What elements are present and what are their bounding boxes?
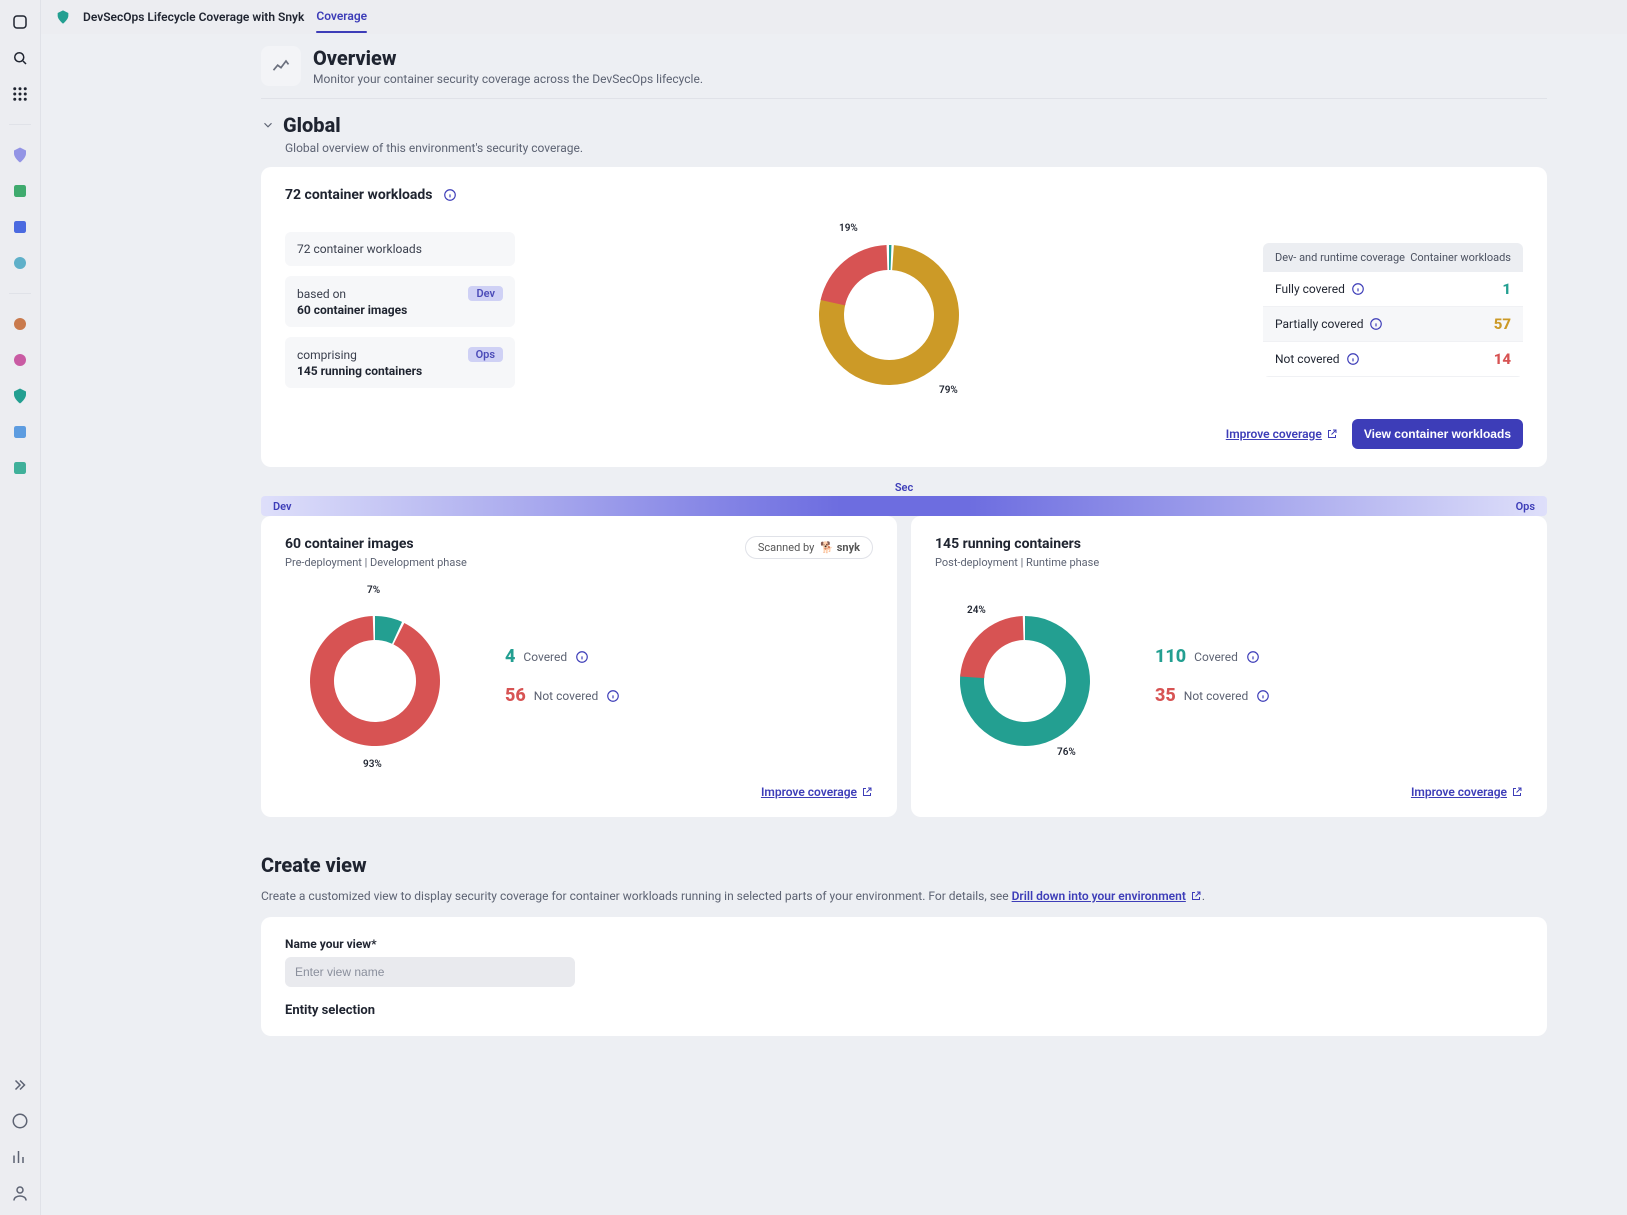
coverage-table: Dev- and runtime coverageContainer workl… — [1263, 243, 1523, 377]
view-workloads-button[interactable]: View container workloads — [1352, 419, 1523, 449]
tab-coverage[interactable]: Coverage — [316, 9, 367, 25]
create-view-card: Name your view* Entity selection — [261, 917, 1547, 1036]
info-icon[interactable] — [606, 689, 620, 703]
nav-home-icon[interactable] — [10, 12, 30, 32]
global-section-header[interactable]: Global — [261, 113, 1547, 137]
view-name-input[interactable] — [285, 957, 575, 987]
nav-item-3[interactable] — [10, 217, 30, 237]
dev-card-title: 60 container images — [285, 536, 467, 552]
global-workloads-card: 72 container workloads 72 container work… — [261, 167, 1547, 467]
snyk-badge: Scanned by🐕 snyk — [745, 536, 873, 559]
expand-icon[interactable] — [10, 1075, 30, 1095]
info-icon[interactable] — [1351, 282, 1365, 296]
ops-card-title: 145 running containers — [935, 536, 1523, 552]
dev-pill: Dev — [468, 286, 503, 301]
improve-coverage-link[interactable]: Improve coverage — [761, 785, 873, 799]
apps-icon[interactable] — [10, 84, 30, 104]
create-view-subtitle: Create a customized view to display secu… — [261, 889, 1547, 903]
svg-text:76%: 76% — [1057, 747, 1076, 758]
svg-text:7%: 7% — [367, 585, 380, 596]
overview-header: Overview Monitor your container security… — [261, 46, 1547, 99]
nav-item-5[interactable] — [10, 314, 30, 334]
external-icon — [1326, 428, 1338, 440]
overview-icon — [261, 46, 301, 86]
global-title: Global — [283, 113, 341, 137]
nav-item-8[interactable] — [10, 458, 30, 478]
improve-coverage-link[interactable]: Improve coverage — [1226, 427, 1338, 441]
devsecops-bar: Sec DevOps — [261, 481, 1547, 516]
ops-pill: Ops — [468, 347, 503, 362]
page-subtitle: Monitor your container security coverage… — [313, 72, 703, 86]
reports-icon[interactable] — [10, 1147, 30, 1167]
search-icon[interactable] — [10, 48, 30, 68]
info-icon[interactable] — [1256, 689, 1270, 703]
external-icon — [861, 786, 873, 798]
ops-containers-card: 145 running containers Post-deployment |… — [911, 516, 1547, 817]
nav-item-7[interactable] — [10, 422, 30, 442]
drill-down-link[interactable]: Drill down into your environment — [1012, 889, 1202, 903]
page-title: Overview — [313, 46, 703, 70]
global-subtitle: Global overview of this environment's se… — [285, 141, 1547, 155]
view-name-label: Name your view* — [285, 937, 1523, 951]
nav-item-6[interactable] — [10, 350, 30, 370]
info-icon[interactable] — [1346, 352, 1360, 366]
nav-item-2[interactable] — [10, 181, 30, 201]
svg-text:79%: 79% — [939, 385, 958, 396]
table-row-fully[interactable]: Fully covered1 — [1263, 272, 1523, 307]
info-icon[interactable] — [575, 650, 589, 664]
user-icon[interactable] — [10, 1183, 30, 1203]
chevron-down-icon — [261, 118, 275, 132]
create-view-title: Create view — [261, 853, 1547, 877]
workloads-summary: 72 container workloads — [285, 232, 515, 266]
help-icon[interactable] — [10, 1111, 30, 1131]
nav-item-4[interactable] — [10, 253, 30, 273]
info-icon[interactable] — [443, 188, 457, 202]
workloads-donut: 79% 19% — [789, 215, 989, 405]
table-row-partial[interactable]: Partially covered57 — [1263, 307, 1523, 342]
images-summary: based onDev 60 container images — [285, 276, 515, 327]
svg-text:24%: 24% — [967, 605, 986, 616]
shield-icon — [55, 9, 71, 25]
info-icon[interactable] — [1246, 650, 1260, 664]
containers-summary: comprisingOps 145 running containers — [285, 337, 515, 388]
nav-item-snyk[interactable] — [10, 386, 30, 406]
topbar: DevSecOps Lifecycle Coverage with Snyk C… — [41, 0, 1627, 34]
table-row-not[interactable]: Not covered14 — [1263, 342, 1523, 377]
nav-item-1[interactable] — [10, 145, 30, 165]
improve-coverage-link[interactable]: Improve coverage — [1411, 785, 1523, 799]
info-icon[interactable] — [1369, 317, 1383, 331]
external-icon — [1511, 786, 1523, 798]
sidebar — [0, 0, 41, 1215]
app-title: DevSecOps Lifecycle Coverage with Snyk — [83, 10, 304, 24]
entity-selection-title: Entity selection — [285, 1003, 1523, 1018]
workloads-card-title: 72 container workloads — [285, 187, 433, 203]
external-icon — [1190, 890, 1202, 902]
dev-images-card: 60 container images Pre-deployment | Dev… — [261, 516, 897, 817]
containers-donut: 76% 24% — [935, 581, 1115, 771]
svg-text:93%: 93% — [363, 759, 382, 770]
svg-text:19%: 19% — [839, 223, 858, 234]
images-donut: 7% 93% — [285, 581, 465, 771]
